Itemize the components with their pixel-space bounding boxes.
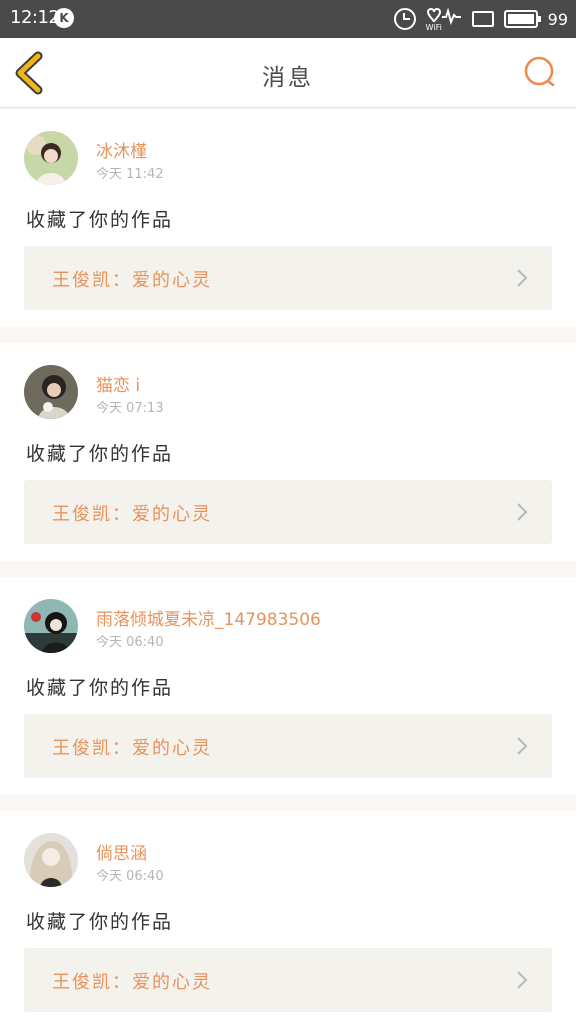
timestamp: 今天 07:13: [96, 401, 164, 416]
work-title: 王俊凯：爱的心灵: [52, 738, 212, 759]
search-icon: [524, 56, 555, 87]
chevron-right-icon: [517, 503, 528, 521]
username[interactable]: 倘思涵: [96, 839, 147, 864]
avatar[interactable]: [24, 833, 78, 887]
work-link[interactable]: 王俊凯：爱的心灵: [24, 714, 552, 778]
timestamp: 今天 11:42: [96, 167, 164, 182]
work-link[interactable]: 王俊凯：爱的心灵: [24, 246, 552, 310]
action-text: 收藏了你的作品: [26, 209, 174, 231]
work-link[interactable]: 王俊凯：爱的心灵: [24, 948, 552, 1012]
status-icons: WiFi 99: [393, 6, 568, 32]
alarm-icon: [393, 8, 416, 30]
message-item: 冰沐槿 今天 11:42 收藏了你的作品 王俊凯：爱的心灵: [0, 109, 576, 327]
message-item: 猫恋 i 今天 07:13 收藏了你的作品 王俊凯：爱的心灵: [0, 343, 576, 561]
username[interactable]: 雨落倾城夏未凉_147983506: [96, 605, 321, 630]
message-list: 冰沐槿 今天 11:42 收藏了你的作品 王俊凯：爱的心灵 猫恋 i 今天 07…: [0, 109, 576, 1024]
k-app-icon: K: [54, 8, 74, 28]
search-button[interactable]: [520, 52, 560, 92]
work-title: 王俊凯：爱的心灵: [52, 270, 212, 291]
battery-icon: [503, 10, 541, 28]
status-time: 12:12: [10, 7, 60, 28]
chevron-right-icon: [517, 737, 528, 755]
wifi-label: WiFi: [425, 23, 442, 32]
avatar[interactable]: [24, 131, 78, 185]
page-title: 消息: [262, 65, 314, 91]
timestamp: 今天 06:40: [96, 869, 164, 884]
status-bar: 12:12 K WiFi 99: [0, 0, 576, 38]
username[interactable]: 冰沐槿: [96, 137, 147, 162]
wifi-icon: WiFi: [425, 7, 462, 32]
avatar[interactable]: [24, 599, 78, 653]
battery-level: 99: [547, 9, 568, 29]
work-link[interactable]: 王俊凯：爱的心灵: [24, 480, 552, 544]
screen-icon: [471, 11, 494, 27]
work-title: 王俊凯：爱的心灵: [52, 972, 212, 993]
work-title: 王俊凯：爱的心灵: [52, 504, 212, 525]
message-item: 雨落倾城夏未凉_147983506 今天 06:40 收藏了你的作品 王俊凯：爱…: [0, 577, 576, 795]
avatar[interactable]: [24, 365, 78, 419]
chevron-right-icon: [517, 971, 528, 989]
chevron-right-icon: [517, 269, 528, 287]
timestamp: 今天 06:40: [96, 635, 164, 650]
username[interactable]: 猫恋 i: [96, 371, 140, 396]
nav-bar: 消息: [0, 38, 576, 108]
message-item: 倘思涵 今天 06:40 收藏了你的作品 王俊凯：爱的心灵: [0, 811, 576, 1024]
action-text: 收藏了你的作品: [26, 911, 174, 933]
action-text: 收藏了你的作品: [26, 443, 174, 465]
action-text: 收藏了你的作品: [26, 677, 174, 699]
